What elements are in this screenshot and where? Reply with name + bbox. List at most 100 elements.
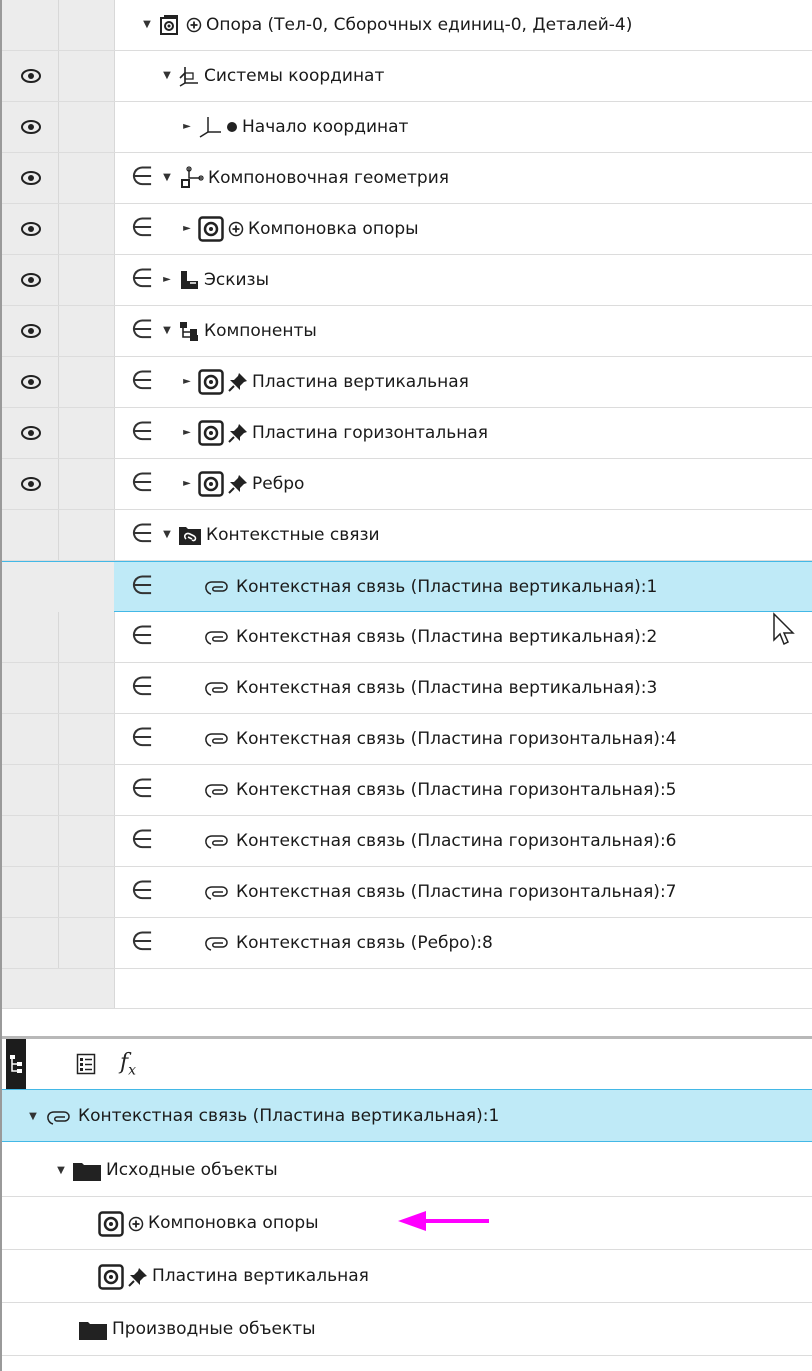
- tree-row-layout-support[interactable]: ∈ ► Компоновка опоры: [2, 204, 812, 255]
- component-icon: [198, 369, 224, 395]
- context-link-icon: [202, 779, 232, 801]
- visibility-eye-icon[interactable]: [20, 474, 42, 494]
- expand-arrow-icon[interactable]: ▼: [140, 0, 154, 50]
- tree-row-rib[interactable]: ∈ ► Ребро: [2, 459, 812, 510]
- tree-row-layout-geometry[interactable]: ∈ ▼ Компоновочная геометрия: [2, 153, 812, 204]
- context-link-icon: [202, 626, 232, 648]
- tree-row-origin[interactable]: ► Начало координат: [2, 102, 812, 153]
- membership-icon[interactable]: ∈: [128, 314, 156, 346]
- component-icon: [198, 216, 224, 242]
- pin-icon: [228, 372, 248, 392]
- tree-label: Контекстные связи: [206, 525, 380, 545]
- membership-icon[interactable]: ∈: [128, 365, 156, 397]
- collapse-arrow-icon[interactable]: ►: [180, 408, 194, 458]
- visibility-eye-icon[interactable]: [20, 321, 42, 341]
- model-tree: ▼ Опора (Тел-0, Сборочных единиц-0, Дета…: [2, 0, 812, 1008]
- tab-tree[interactable]: [6, 1039, 26, 1089]
- visibility-eye-icon[interactable]: [20, 66, 42, 86]
- membership-icon[interactable]: ∈: [128, 722, 156, 754]
- visibility-eye-icon[interactable]: [20, 372, 42, 392]
- detail-row-selected-link[interactable]: ▼ Контекстная связь (Пластина вертикальн…: [2, 1089, 812, 1142]
- component-icon: [98, 1210, 124, 1237]
- visibility-eye-icon[interactable]: [20, 270, 42, 290]
- tree-row-context-link-4[interactable]: ∈ Контекстная связь (Пластина горизонтал…: [2, 714, 812, 765]
- tree-label: Компоновочная геометрия: [208, 168, 449, 188]
- tree-label: Контекстная связь (Пластина горизонтальн…: [236, 882, 677, 902]
- origin-point-icon: [226, 121, 238, 133]
- tree-row-components[interactable]: ∈ ▼ Компоненты: [2, 306, 812, 357]
- tab-variables[interactable]: fx: [106, 1039, 150, 1089]
- pin-icon: [228, 423, 248, 443]
- tree-row-context-link-1[interactable]: ∈ Контекстная связь (Пластина вертикальн…: [2, 561, 812, 612]
- tree-row-root[interactable]: ▼ Опора (Тел-0, Сборочных единиц-0, Дета…: [2, 0, 812, 51]
- layout-geometry-icon: [178, 166, 204, 190]
- tab-properties[interactable]: [64, 1039, 108, 1089]
- context-link-icon: [202, 728, 232, 750]
- detail-row-source-objects[interactable]: ▼ Исходные объекты: [2, 1144, 812, 1197]
- tree-row-plate-horizontal[interactable]: ∈ ► Пластина горизонтальная: [2, 408, 812, 459]
- context-link-icon: [202, 881, 232, 903]
- expand-arrow-icon[interactable]: ▼: [160, 306, 174, 356]
- component-icon: [98, 1263, 124, 1290]
- detail-row-derived-objects[interactable]: Производные объекты: [2, 1303, 812, 1356]
- tree-row-context-link-6[interactable]: ∈ Контекстная связь (Пластина горизонтал…: [2, 816, 812, 867]
- tree-row-context-link-2[interactable]: ∈ Контекстная связь (Пластина вертикальн…: [2, 612, 812, 663]
- expand-arrow-icon[interactable]: ▼: [26, 1090, 40, 1143]
- collapse-arrow-icon[interactable]: ►: [180, 459, 194, 509]
- expand-arrow-icon[interactable]: ▼: [160, 51, 174, 101]
- collapse-arrow-icon[interactable]: ►: [180, 204, 194, 254]
- membership-icon[interactable]: ∈: [128, 212, 156, 244]
- folder-icon: [72, 1160, 102, 1182]
- context-link-icon: [202, 932, 232, 954]
- membership-icon[interactable]: ∈: [128, 518, 156, 550]
- membership-icon[interactable]: ∈: [128, 671, 156, 703]
- membership-icon[interactable]: ∈: [128, 161, 156, 193]
- context-link-icon: [202, 830, 232, 852]
- tree-row-plate-vertical[interactable]: ∈ ► Пластина вертикальная: [2, 357, 812, 408]
- collapse-arrow-icon[interactable]: ►: [180, 102, 194, 152]
- fx-subscript: x: [128, 1062, 137, 1079]
- tree-label: Компоненты: [204, 321, 317, 341]
- tree-label: Начало координат: [242, 117, 409, 137]
- visibility-eye-icon[interactable]: [20, 219, 42, 239]
- tree-row-context-link-3[interactable]: ∈ Контекстная связь (Пластина вертикальн…: [2, 663, 812, 714]
- detail-label: Компоновка опоры: [148, 1213, 319, 1233]
- tree-row-context-link-7[interactable]: ∈ Контекстная связь (Пластина горизонтал…: [2, 867, 812, 918]
- expand-arrow-icon[interactable]: ▼: [160, 153, 174, 203]
- tree-row-context-link-5[interactable]: ∈ Контекстная связь (Пластина горизонтал…: [2, 765, 812, 816]
- membership-icon[interactable]: ∈: [128, 263, 156, 295]
- visibility-eye-icon[interactable]: [20, 423, 42, 443]
- pin-icon: [228, 474, 248, 494]
- origin-axes-icon: [198, 116, 222, 138]
- detail-label: Производные объекты: [112, 1319, 316, 1339]
- tree-row-sketches[interactable]: ∈ ► Эскизы: [2, 255, 812, 306]
- membership-icon[interactable]: ∈: [128, 467, 156, 499]
- detail-row-source-plate[interactable]: Пластина вертикальная: [2, 1250, 812, 1303]
- visibility-eye-icon[interactable]: [20, 168, 42, 188]
- tree-label: Контекстная связь (Пластина горизонтальн…: [236, 780, 677, 800]
- context-link-icon: [44, 1106, 74, 1128]
- membership-icon[interactable]: ∈: [128, 620, 156, 652]
- tree-row-coord-systems[interactable]: ▼ Системы координат: [2, 51, 812, 102]
- membership-icon[interactable]: ∈: [128, 926, 156, 958]
- membership-icon[interactable]: ∈: [128, 773, 156, 805]
- expand-arrow-icon[interactable]: ▼: [160, 510, 174, 560]
- membership-icon[interactable]: ∈: [128, 875, 156, 907]
- layout-plus-icon: [128, 1216, 144, 1232]
- collapse-arrow-icon[interactable]: ►: [160, 255, 174, 305]
- mouse-cursor-icon: [773, 612, 795, 646]
- collapse-arrow-icon[interactable]: ►: [180, 357, 194, 407]
- expand-arrow-icon[interactable]: ▼: [54, 1144, 68, 1197]
- membership-icon[interactable]: ∈: [128, 570, 156, 602]
- membership-icon[interactable]: ∈: [128, 416, 156, 448]
- tree-row-context-link-8[interactable]: ∈ Контекстная связь (Ребро):8: [2, 918, 812, 969]
- tree-row-context-links[interactable]: ∈ ▼ Контекстные связи: [2, 510, 812, 561]
- membership-icon[interactable]: ∈: [128, 824, 156, 856]
- tree-bottom-spacer: [2, 1008, 812, 1029]
- tree-label: Эскизы: [204, 270, 269, 290]
- tree-label: Контекстная связь (Пластина вертикальная…: [236, 627, 658, 647]
- visibility-eye-icon[interactable]: [20, 117, 42, 137]
- component-icon: [198, 420, 224, 446]
- detail-label: Пластина вертикальная: [152, 1266, 369, 1286]
- tree-label: Системы координат: [204, 66, 385, 86]
